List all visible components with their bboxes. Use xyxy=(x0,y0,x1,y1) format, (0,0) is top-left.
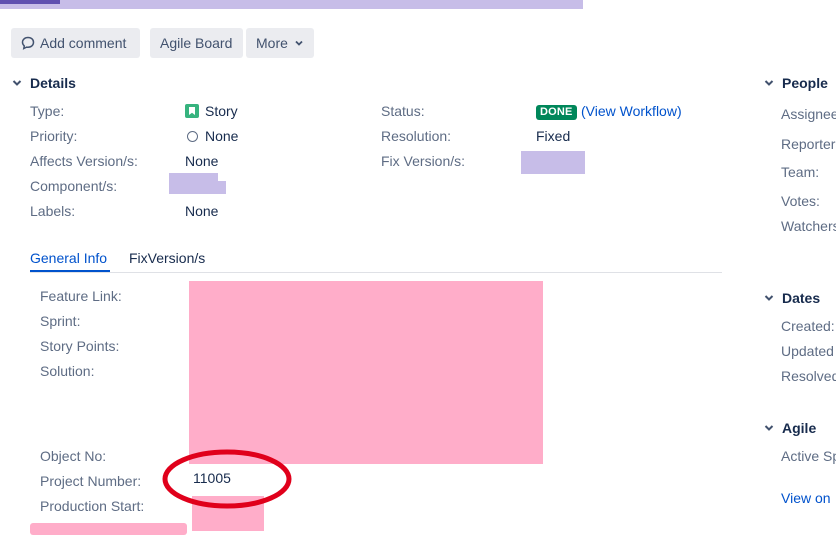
redacted-bottom-field xyxy=(30,523,187,535)
affects-version-value: None xyxy=(185,153,219,169)
story-points-label: Story Points: xyxy=(40,338,120,354)
comment-icon xyxy=(21,36,35,50)
priority-label: Priority: xyxy=(30,128,78,144)
agile-heading: Agile xyxy=(782,420,817,436)
view-workflow-link[interactable]: (View Workflow) xyxy=(581,103,682,119)
team-label: Team: xyxy=(781,164,820,180)
tab-fixversion[interactable]: FixVersion/s xyxy=(129,250,205,266)
type-value: Story xyxy=(185,103,238,119)
updated-label: Updated xyxy=(781,343,834,359)
resolution-label: Resolution: xyxy=(381,128,452,144)
more-label: More xyxy=(256,35,288,51)
active-sprint-label: Active Sp xyxy=(781,448,836,464)
project-number-label: Project Number: xyxy=(40,473,142,489)
fix-version-label: Fix Version/s: xyxy=(381,153,466,169)
votes-label: Votes: xyxy=(781,193,820,209)
agile-board-label: Agile Board xyxy=(160,35,233,51)
chevron-down-icon xyxy=(295,40,303,46)
details-heading: Details xyxy=(30,75,76,91)
status-done-badge: DONE xyxy=(536,105,577,120)
priority-none-icon xyxy=(187,130,198,142)
people-heading: People xyxy=(782,75,828,91)
dates-section-toggle[interactable]: Dates xyxy=(763,290,820,306)
details-section-toggle[interactable]: Details xyxy=(11,75,76,91)
chevron-down-icon xyxy=(764,295,774,301)
affects-version-label: Affects Version/s: xyxy=(30,153,138,169)
more-dropdown-button[interactable]: More xyxy=(246,28,314,58)
annotation-circle xyxy=(162,449,292,509)
issue-title-fragment xyxy=(0,0,60,4)
object-no-label: Object No: xyxy=(40,448,107,464)
redacted-title xyxy=(0,0,583,9)
created-label: Created: xyxy=(781,318,835,334)
redacted-fix-version[interactable] xyxy=(521,151,585,174)
chevron-down-icon xyxy=(764,80,774,86)
type-value-text: Story xyxy=(205,103,238,119)
assignee-label: Assignee xyxy=(781,106,836,122)
view-on-board-link[interactable]: View on xyxy=(781,490,831,506)
people-section-toggle[interactable]: People xyxy=(763,75,828,91)
watchers-label: Watchers xyxy=(781,218,836,234)
chevron-down-icon xyxy=(764,425,774,431)
priority-value-text: None xyxy=(205,128,239,144)
priority-value: None xyxy=(187,128,238,144)
feature-link-label: Feature Link: xyxy=(40,288,122,304)
labels-value: None xyxy=(185,203,219,219)
redacted-components-2 xyxy=(169,181,226,194)
resolved-label: Resolved xyxy=(781,368,836,384)
add-comment-label: Add comment xyxy=(40,35,127,51)
dates-heading: Dates xyxy=(782,290,821,306)
add-comment-button[interactable]: Add comment xyxy=(11,28,140,58)
type-label: Type: xyxy=(30,103,65,119)
agile-board-button[interactable]: Agile Board xyxy=(150,28,243,58)
sprint-label: Sprint: xyxy=(40,313,81,329)
chevron-down-icon xyxy=(12,80,22,86)
tab-divider xyxy=(30,272,722,273)
solution-label: Solution: xyxy=(40,363,95,379)
tab-general-info[interactable]: General Info xyxy=(30,250,107,266)
story-icon xyxy=(185,104,199,118)
components-label: Component/s: xyxy=(30,178,118,194)
labels-label: Labels: xyxy=(30,203,76,219)
reporter-label: Reporter xyxy=(781,136,836,152)
status-label: Status: xyxy=(381,103,425,119)
production-start-label: Production Start: xyxy=(40,498,145,514)
agile-section-toggle[interactable]: Agile xyxy=(763,420,816,436)
resolution-value: Fixed xyxy=(536,128,571,144)
redacted-general-info-values xyxy=(189,281,543,464)
